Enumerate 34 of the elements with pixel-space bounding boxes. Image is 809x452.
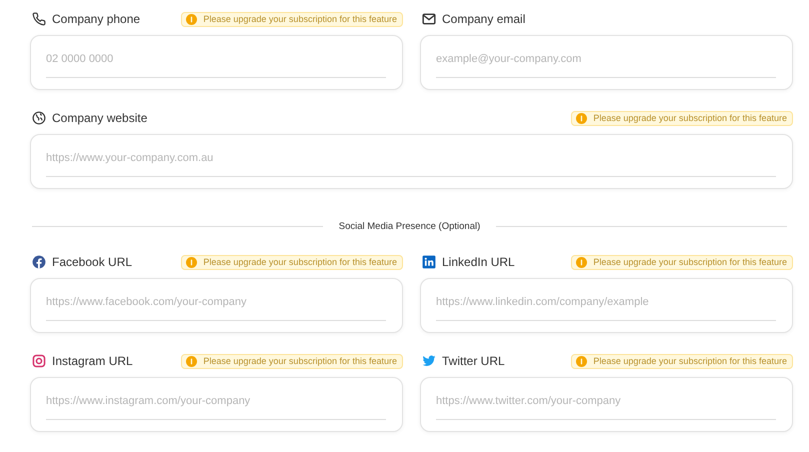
warning-icon bbox=[186, 14, 198, 24]
warning-icon bbox=[576, 356, 588, 366]
field-label: Company email bbox=[442, 12, 526, 26]
input-field[interactable]: https://www.facebook.com/your-company bbox=[30, 278, 403, 333]
field-label: Instagram URL bbox=[52, 354, 133, 368]
upgrade-notice: Please upgrade your subscription for this feature bbox=[181, 254, 403, 270]
bird-icon bbox=[422, 354, 436, 368]
field-label: LinkedIn URL bbox=[442, 255, 515, 269]
warning-icon bbox=[186, 256, 198, 268]
warning-icon bbox=[576, 256, 588, 268]
warning-icon bbox=[576, 112, 588, 124]
upgrade-notice: Please upgrade your subscription for this feature bbox=[571, 354, 793, 368]
section-heading: Social Media Presence (Optional) bbox=[338, 221, 480, 232]
input-field[interactable]: https://www.linkedin.com/company/example bbox=[420, 278, 793, 333]
upgrade-notice: Please upgrade your subscription for this feature bbox=[571, 254, 793, 270]
field-label: Company phone bbox=[52, 12, 140, 26]
facebook-icon bbox=[32, 255, 46, 269]
warning-icon bbox=[186, 356, 198, 366]
input-field[interactable]: https://www.instagram.com/your-company bbox=[30, 377, 403, 432]
globe-icon bbox=[32, 111, 46, 125]
envelope-icon bbox=[422, 12, 436, 26]
input-field[interactable]: 02 0000 0000 bbox=[30, 35, 403, 90]
field-label: Twitter URL bbox=[442, 354, 505, 368]
field-label: Facebook URL bbox=[52, 255, 132, 269]
upgrade-notice: Please upgrade your subscription for this feature bbox=[181, 12, 403, 26]
upgrade-notice: Please upgrade your subscription for this feature bbox=[181, 354, 403, 368]
input-field[interactable]: https://www.twitter.com/your-company bbox=[420, 377, 793, 432]
upgrade-notice: Please upgrade your subscription for this feature bbox=[571, 110, 793, 126]
input-field[interactable]: example@your-company.com bbox=[420, 35, 793, 90]
field-label: Company website bbox=[52, 111, 148, 125]
linkedin-icon bbox=[422, 255, 436, 269]
phone-icon bbox=[32, 12, 46, 26]
input-field[interactable]: https://www.your-company.com.au bbox=[30, 134, 793, 189]
instagram-icon bbox=[32, 354, 46, 368]
